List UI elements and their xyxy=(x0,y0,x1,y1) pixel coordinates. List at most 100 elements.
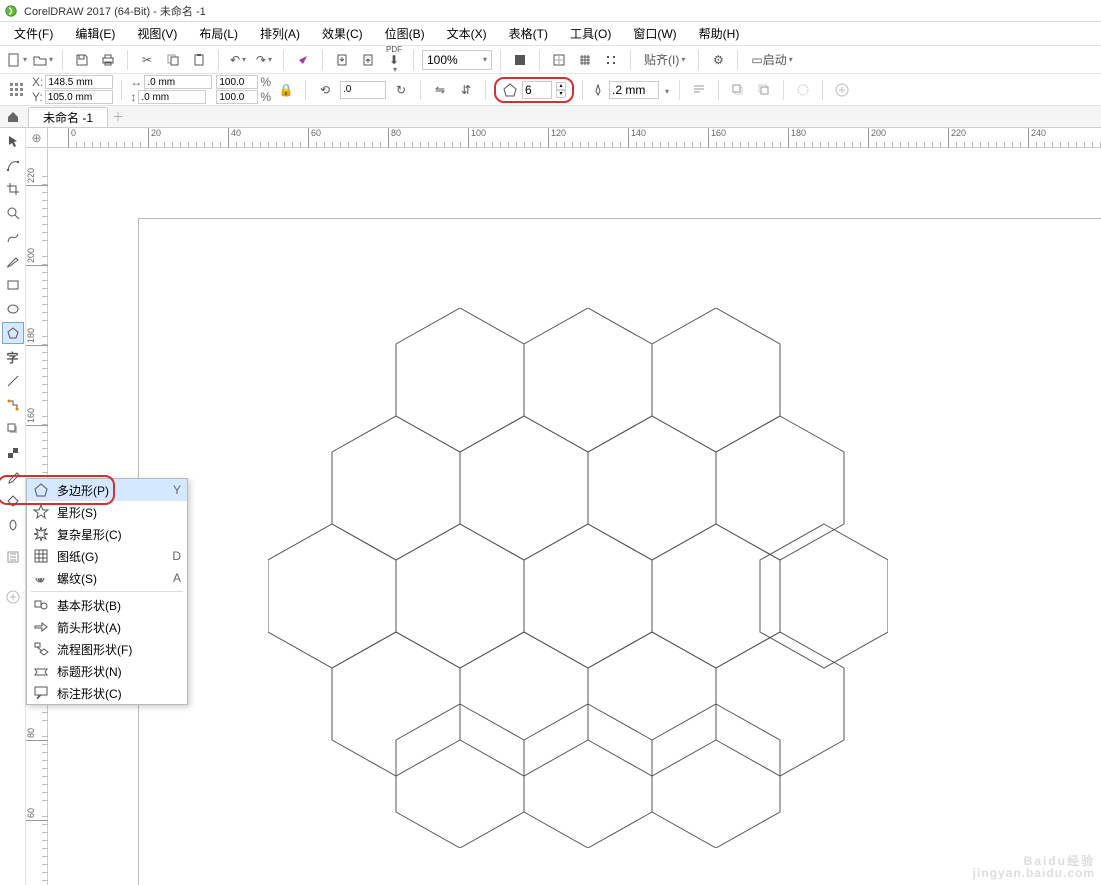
copy-button[interactable] xyxy=(162,49,184,71)
pick-tool[interactable] xyxy=(2,130,24,152)
scale-y-input[interactable] xyxy=(216,90,258,104)
smart-fill-tool[interactable] xyxy=(2,514,24,536)
outline-pen-flyout[interactable] xyxy=(2,546,24,568)
menu-file[interactable]: 文件(F) xyxy=(4,23,63,44)
flyout-item-flow[interactable]: 流程图形状(F) xyxy=(27,638,187,660)
text-wrap-button[interactable] xyxy=(688,79,710,101)
hexagon-pattern[interactable] xyxy=(268,308,888,848)
ruler-origin[interactable]: ⊕ xyxy=(26,128,48,148)
import-button[interactable] xyxy=(331,49,353,71)
quick-customize-button[interactable] xyxy=(831,79,853,101)
polygon-sides-input[interactable] xyxy=(522,81,552,99)
zoom-tool[interactable] xyxy=(2,202,24,224)
polygon-tool-flyout: 多边形(P)Y星形(S)复杂星形(C)图纸(G)D螺纹(S)A 基本形状(B) 箭… xyxy=(26,478,188,705)
transparency-tool[interactable] xyxy=(2,442,24,464)
interactive-fill-tool[interactable] xyxy=(2,490,24,512)
zoom-level-input[interactable]: 100% xyxy=(422,50,492,70)
crop-tool[interactable] xyxy=(2,178,24,200)
search-button[interactable] xyxy=(292,49,314,71)
show-rulers-button[interactable] xyxy=(548,49,570,71)
height-input[interactable] xyxy=(138,90,206,104)
polygon-tool[interactable] xyxy=(2,322,24,344)
rectangle-tool[interactable] xyxy=(2,274,24,296)
outline-dropdown-button[interactable] xyxy=(663,83,671,97)
back-of-layer-button[interactable] xyxy=(753,79,775,101)
quick-customize-toolbox[interactable] xyxy=(2,586,24,608)
canvas[interactable]: Baidu经验 jingyan.baidu.com xyxy=(48,148,1101,885)
menu-edit[interactable]: 编辑(E) xyxy=(65,23,125,44)
publish-pdf-button[interactable]: PDF⬇ xyxy=(383,49,405,71)
sides-spinner[interactable]: ▴▾ xyxy=(556,82,566,98)
menu-tools[interactable]: 工具(O) xyxy=(560,23,621,44)
eyedropper-tool[interactable] xyxy=(2,466,24,488)
menu-text[interactable]: 文本(X) xyxy=(437,23,497,44)
y-position-input[interactable] xyxy=(45,90,113,104)
separator xyxy=(62,50,63,70)
undo-button[interactable]: ↶ xyxy=(227,49,249,71)
fullscreen-button[interactable] xyxy=(509,49,531,71)
mirror-v-button[interactable]: ⇵ xyxy=(455,79,477,101)
artistic-media-tool[interactable] xyxy=(2,250,24,272)
outline-width-input[interactable] xyxy=(609,81,659,99)
flyout-shortcut: Y xyxy=(173,483,181,497)
menu-help[interactable]: 帮助(H) xyxy=(689,23,750,44)
show-guidelines-button[interactable] xyxy=(600,49,622,71)
menu-bitmap[interactable]: 位图(B) xyxy=(375,23,435,44)
parallel-dimension-tool[interactable] xyxy=(2,370,24,392)
flyout-item-callout[interactable]: 标注形状(C) xyxy=(27,682,187,704)
open-button[interactable] xyxy=(32,49,54,71)
flyout-item-star[interactable]: 星形(S) xyxy=(27,501,187,523)
redo-button[interactable]: ↷ xyxy=(253,49,275,71)
menu-arrange[interactable]: 排列(A) xyxy=(250,23,310,44)
horizontal-ruler[interactable]: 020406080100120140160180200220240 xyxy=(48,128,1101,148)
drop-shadow-tool[interactable] xyxy=(2,418,24,440)
launch-button[interactable]: ▭ 启动 xyxy=(746,49,797,71)
shape-tool[interactable] xyxy=(2,154,24,176)
x-position-input[interactable] xyxy=(45,75,113,89)
menu-view[interactable]: 视图(V) xyxy=(127,23,187,44)
add-tab-button[interactable]: ＋ xyxy=(108,108,128,126)
ellipse-tool[interactable] xyxy=(2,298,24,320)
connector-tool[interactable] xyxy=(2,394,24,416)
new-button[interactable] xyxy=(6,49,28,71)
front-of-layer-button[interactable] xyxy=(727,79,749,101)
flyout-item-pentagon[interactable]: 多边形(P)Y xyxy=(27,479,187,501)
menu-window[interactable]: 窗口(W) xyxy=(623,23,686,44)
spiral-icon xyxy=(33,570,49,586)
watermark: Baidu经验 jingyan.baidu.com xyxy=(973,855,1095,879)
paste-button[interactable] xyxy=(188,49,210,71)
save-button[interactable] xyxy=(71,49,93,71)
flyout-item-grid[interactable]: 图纸(G)D xyxy=(27,545,187,567)
flyout-item-spiral[interactable]: 螺纹(S)A xyxy=(27,567,187,589)
convert-to-curves-button[interactable] xyxy=(792,79,814,101)
snap-to-button[interactable]: 贴齐(I) xyxy=(639,49,690,71)
rotation-direction-icon: ↻ xyxy=(390,79,412,101)
options-button[interactable]: ⚙ xyxy=(707,49,729,71)
home-icon[interactable] xyxy=(6,110,20,124)
pentagon-icon xyxy=(502,82,518,98)
flyout-label: 箭头形状(A) xyxy=(57,619,121,636)
export-button[interactable] xyxy=(357,49,379,71)
lock-ratio-button[interactable]: 🔒 xyxy=(275,79,297,101)
text-tool[interactable]: 字 xyxy=(2,346,24,368)
scale-x-input[interactable] xyxy=(216,75,258,89)
menu-table[interactable]: 表格(T) xyxy=(499,23,558,44)
toolbox: 字 xyxy=(0,128,26,885)
menu-layout[interactable]: 布局(L) xyxy=(189,23,248,44)
freehand-tool[interactable] xyxy=(2,226,24,248)
width-input[interactable] xyxy=(144,75,212,89)
document-tab[interactable]: 未命名 -1 xyxy=(28,107,108,127)
separator xyxy=(822,80,823,100)
flyout-item-banner[interactable]: 标题形状(N) xyxy=(27,660,187,682)
show-grid-button[interactable] xyxy=(574,49,596,71)
rotation-input[interactable] xyxy=(340,81,386,99)
object-origin-icon[interactable] xyxy=(6,79,28,101)
print-button[interactable] xyxy=(97,49,119,71)
menu-effects[interactable]: 效果(C) xyxy=(312,23,373,44)
flyout-item-arrow[interactable]: 箭头形状(A) xyxy=(27,616,187,638)
cut-button[interactable]: ✂ xyxy=(136,49,158,71)
mirror-h-button[interactable]: ⇋ xyxy=(429,79,451,101)
flyout-item-basic[interactable]: 基本形状(B) xyxy=(27,594,187,616)
separator xyxy=(127,50,128,70)
flyout-item-complex-star[interactable]: 复杂星形(C) xyxy=(27,523,187,545)
